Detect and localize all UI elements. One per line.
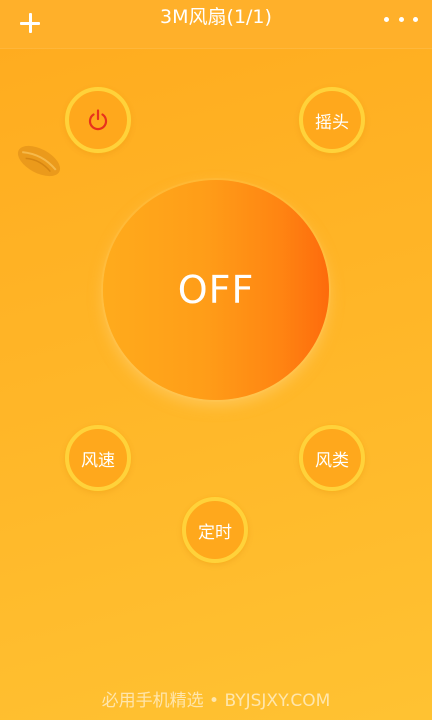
wind-mode-label: 风类 <box>315 450 349 471</box>
fan-speed-button[interactable]: 风速 <box>65 425 131 491</box>
more-button[interactable] <box>384 10 418 28</box>
dial-state-text: OFF <box>177 268 255 312</box>
wind-mode-button[interactable]: 风类 <box>299 425 365 491</box>
swing-label: 摇头 <box>315 112 349 133</box>
page-title: 3M风扇(1/1) <box>160 6 272 28</box>
timer-button[interactable]: 定时 <box>182 497 248 563</box>
more-dots-icon <box>384 16 389 22</box>
power-icon <box>88 109 108 131</box>
watermark-text: 必用手机精选 • BYJSJXY.COM <box>101 691 331 711</box>
top-bar: 3M风扇(1/1) <box>0 0 432 48</box>
swing-button[interactable]: 摇头 <box>299 87 365 153</box>
leaf-icon <box>17 145 61 177</box>
power-button[interactable] <box>65 87 131 153</box>
fan-power-dial[interactable]: OFF <box>103 180 329 400</box>
timer-label: 定时 <box>198 522 232 543</box>
fan-speed-label: 风速 <box>81 450 115 471</box>
